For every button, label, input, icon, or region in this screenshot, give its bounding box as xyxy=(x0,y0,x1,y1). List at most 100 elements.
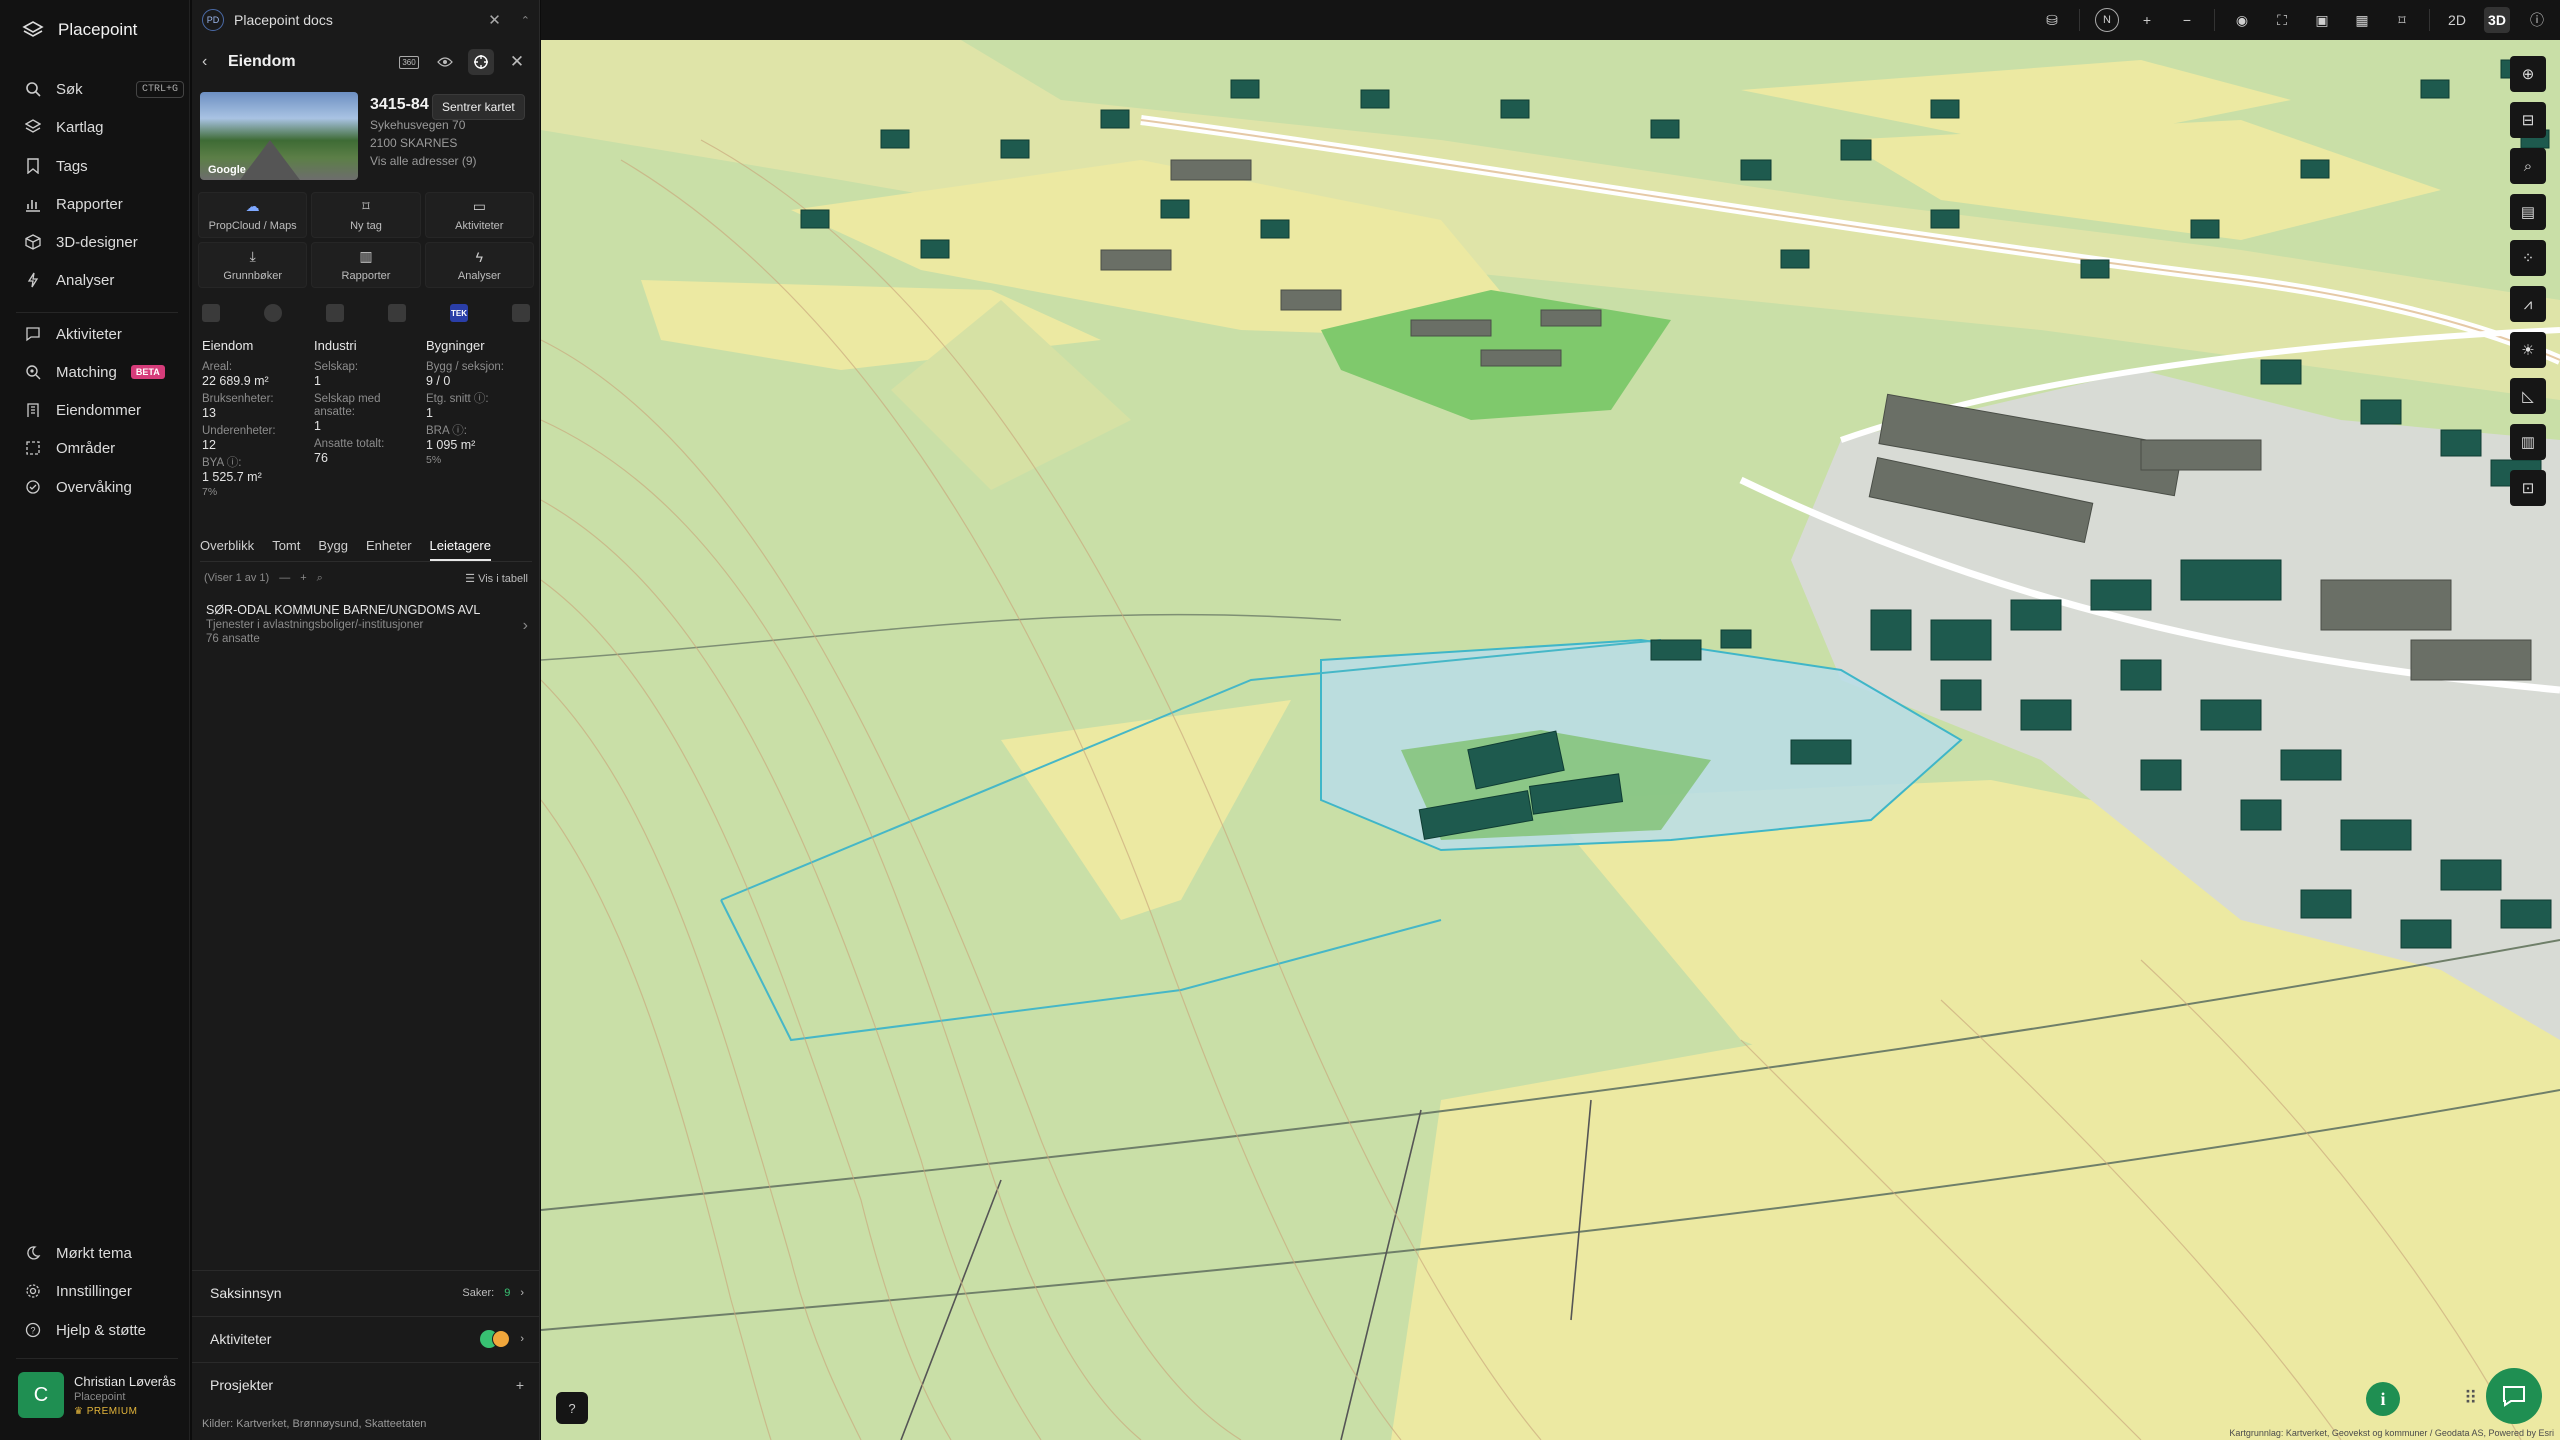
camera-icon[interactable]: ▣ xyxy=(2309,7,2335,33)
user-org: Placepoint xyxy=(74,1390,126,1403)
stats-heading: Eiendom xyxy=(202,338,254,353)
nav-item-kartlag[interactable]: Kartlag xyxy=(24,116,184,138)
360-icon: 360 xyxy=(399,55,419,69)
nav-item-eiendommer[interactable]: Eiendommer xyxy=(24,399,184,421)
map-building-gray xyxy=(2410,639,2532,681)
source-kartverket[interactable]: Kartverket, xyxy=(236,1418,289,1430)
nav-item-3d-designer[interactable]: 3D-designer xyxy=(24,231,184,253)
propcloud-button[interactable]: ☁ PropCloud / Maps xyxy=(198,192,308,238)
nav-search[interactable]: Søk CTRL+G xyxy=(24,78,184,100)
doc-tab[interactable]: PD Placepoint docs ✕ ⌃ xyxy=(202,6,530,34)
tek-icon[interactable]: TEK xyxy=(450,304,468,322)
activities-button[interactable]: ▭ Aktiviteter xyxy=(424,192,534,238)
elevation-tool-icon[interactable]: ⩘ xyxy=(2510,286,2546,322)
tenant-item[interactable]: SØR-ODAL KOMMUNE BARNE/UNGDOMS AVL Tjene… xyxy=(206,603,528,645)
brand[interactable]: Placepoint xyxy=(22,20,137,40)
back-arrow-icon[interactable]: ‹ xyxy=(202,53,222,71)
eye-icon[interactable]: ◉ xyxy=(2229,7,2255,33)
map-building-gray xyxy=(1280,289,1342,311)
center-map-button[interactable] xyxy=(468,49,494,75)
industry-icon[interactable] xyxy=(326,304,344,322)
drag-grip-icon[interactable]: ⠿ xyxy=(2464,1388,2477,1409)
source-skatteetaten[interactable]: Skatteetaten xyxy=(365,1418,427,1430)
info-circle-icon[interactable]: ⓘ xyxy=(2524,7,2550,33)
chart-tool-icon[interactable]: ▤ xyxy=(2510,194,2546,230)
land-registry-button[interactable]: ⤓ Grunnbøker xyxy=(198,242,308,288)
compass-button[interactable]: N xyxy=(2094,7,2120,33)
stairs-chart-icon[interactable] xyxy=(388,304,406,322)
search-icon[interactable]: ⌕ xyxy=(317,572,323,585)
map-building xyxy=(1360,89,1390,109)
map-building xyxy=(1650,639,1702,661)
scatter-tool-icon[interactable]: ⁘ xyxy=(2510,240,2546,276)
saksinnsyn-section[interactable]: Saksinnsyn Saker: 9 › xyxy=(192,1270,540,1314)
map-building xyxy=(2420,79,2450,99)
nav-item-overvaking[interactable]: Overvåking xyxy=(24,476,184,498)
view-table-button[interactable]: ☰ Vis i tabell xyxy=(465,572,528,585)
sightline-tool-icon[interactable]: ◺ xyxy=(2510,378,2546,414)
globe-icon[interactable] xyxy=(264,304,282,322)
add-project-icon[interactable]: + xyxy=(516,1377,524,1393)
measure-tool-icon[interactable]: ⊟ xyxy=(2510,102,2546,138)
property-city: 2100 SKARNES xyxy=(370,136,458,150)
close-panel-icon[interactable]: ✕ xyxy=(504,49,530,75)
street-photo[interactable]: Google xyxy=(200,92,358,180)
aktiviteter-section[interactable]: Aktiviteter › xyxy=(192,1316,540,1360)
map-help-button[interactable]: ? xyxy=(556,1392,588,1424)
all-addresses-link[interactable]: Vis alle adresser (9) xyxy=(370,154,477,168)
map-layers-tool-icon[interactable]: ⊕ xyxy=(2510,56,2546,92)
source-bronnoysund[interactable]: Brønnøysund, xyxy=(293,1418,362,1430)
nav-item-tags[interactable]: Tags xyxy=(24,155,184,177)
new-tag-button[interactable]: ⌑ Ny tag xyxy=(311,192,421,238)
view-3d-button[interactable]: 3D xyxy=(2484,7,2510,33)
tab-leietagere[interactable]: Leietagere xyxy=(429,534,491,561)
prosjekter-section[interactable]: Prosjekter + xyxy=(192,1362,540,1406)
statistics-tool-icon[interactable]: ▥ xyxy=(2510,424,2546,460)
nav-item-settings[interactable]: Innstillinger xyxy=(24,1280,184,1302)
zoom-in-icon[interactable]: + xyxy=(2134,7,2160,33)
search-area-tool-icon[interactable]: ⌕ xyxy=(2510,148,2546,184)
nav-search-label: Søk xyxy=(56,80,83,98)
nav-item-matching[interactable]: Matching BETA xyxy=(24,361,184,383)
nav-item-aktiviteter[interactable]: Aktiviteter xyxy=(24,323,184,345)
add-icon[interactable]: + xyxy=(300,572,306,584)
bookmark-icon[interactable]: ⌑ xyxy=(2389,7,2415,33)
eye-icon[interactable] xyxy=(432,49,458,75)
nav-item-dark-theme[interactable]: Mørkt tema xyxy=(24,1242,184,1264)
expand-chevron-icon[interactable]: ⌃ xyxy=(521,14,530,27)
fullscreen-icon[interactable]: ⛶ xyxy=(2269,7,2295,33)
nav-item-rapporter[interactable]: Rapporter xyxy=(24,193,184,215)
property-street[interactable]: Sykehusvegen 70 xyxy=(370,118,477,132)
tab-enheter[interactable]: Enheter xyxy=(366,534,412,561)
grid-icon[interactable]: ▦ xyxy=(2349,7,2375,33)
user-profile[interactable]: C Christian Løverås Placepoint ♛ PREMIUM xyxy=(18,1372,176,1418)
map-canvas[interactable] xyxy=(541,40,2560,1440)
nav-item-omrader[interactable]: Områder xyxy=(24,437,184,459)
tab-bygg[interactable]: Bygg xyxy=(318,534,348,561)
analyses-button[interactable]: ϟ Analyser xyxy=(424,242,534,288)
cadastre-icon[interactable] xyxy=(202,304,220,322)
zoom-out-icon[interactable]: − xyxy=(2174,7,2200,33)
map-building-gray xyxy=(1480,349,1562,367)
chat-icon xyxy=(24,325,42,343)
view-2d-button[interactable]: 2D xyxy=(2444,7,2470,33)
collapse-icon[interactable]: — xyxy=(279,572,290,584)
tab-tomt[interactable]: Tomt xyxy=(272,534,300,561)
chat-fab-button[interactable] xyxy=(2486,1368,2542,1424)
map-building-gray xyxy=(1100,249,1172,271)
tenant-desc: Tjenester i avlastningsboliger/-institus… xyxy=(206,619,424,631)
export-tool-icon[interactable]: ⊡ xyxy=(2510,470,2546,506)
sun-tool-icon[interactable]: ☀ xyxy=(2510,332,2546,368)
nav-item-help[interactable]: ? Hjelp & støtte xyxy=(24,1319,184,1341)
map-building xyxy=(1160,199,1190,219)
layers-stack-icon[interactable]: ⛁ xyxy=(2039,7,2065,33)
info-fab-button[interactable]: i xyxy=(2366,1382,2400,1416)
plan-label: PREMIUM xyxy=(86,1405,138,1417)
street-view-360-button[interactable]: 360 xyxy=(396,49,422,75)
tab-overblikk[interactable]: Overblikk xyxy=(200,534,254,561)
nav-item-analyser[interactable]: Analyser xyxy=(24,269,184,291)
map-building xyxy=(2080,259,2110,279)
reports-button[interactable]: ▥ Rapporter xyxy=(311,242,421,288)
warning-icon[interactable] xyxy=(512,304,530,322)
close-doc-icon[interactable]: ✕ xyxy=(488,11,501,29)
